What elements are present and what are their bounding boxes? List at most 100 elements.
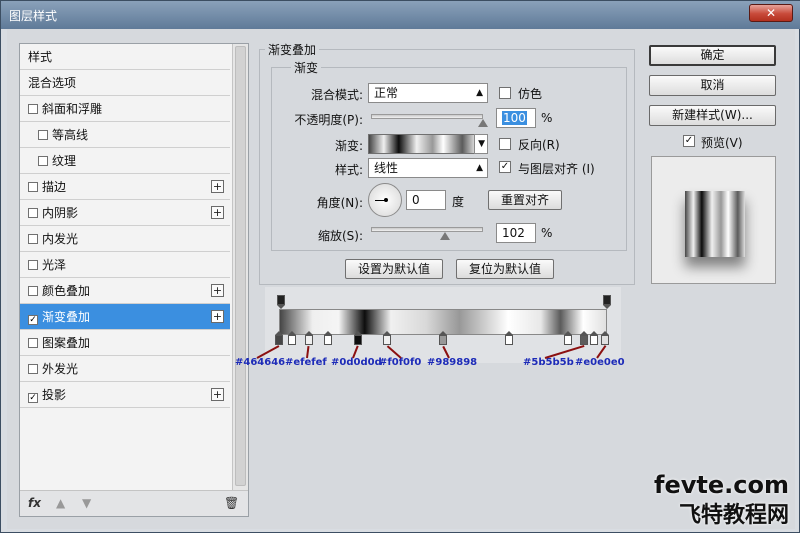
sidebar-item-label: 样式: [28, 50, 53, 64]
sidebar-item[interactable]: 样式: [20, 44, 230, 70]
sidebar-item-checkbox[interactable]: [28, 208, 38, 218]
updown-arrow-icon: ▲: [476, 88, 483, 98]
gradient-overlay-title: 渐变叠加: [265, 41, 320, 58]
style-select[interactable]: 线性 ▲: [368, 158, 488, 178]
sidebar-item-checkbox[interactable]: [28, 338, 38, 348]
reset-alignment-button[interactable]: 重置对齐: [488, 190, 562, 210]
angle-dot: [384, 198, 388, 202]
sidebar-item[interactable]: 内阴影 +: [20, 200, 230, 226]
opacity-slider[interactable]: [371, 114, 483, 119]
opacity-stop-right[interactable]: [603, 295, 611, 309]
sidebar-item[interactable]: 光泽: [20, 252, 230, 278]
reset-default-button[interactable]: 复位为默认值: [456, 259, 554, 279]
fx-icon[interactable]: fx: [28, 496, 41, 510]
color-stop-marker[interactable]: [304, 331, 313, 345]
gradient-subgroup-title: 渐变: [291, 59, 322, 76]
move-up-icon[interactable]: ▲: [56, 496, 65, 510]
sidebar-item-checkbox[interactable]: [38, 156, 48, 166]
add-effect-plus-icon[interactable]: +: [211, 206, 224, 219]
sidebar-item-checkbox[interactable]: [28, 260, 38, 270]
color-stop-marker[interactable]: [383, 331, 392, 345]
blend-mode-label: 混合模式:: [310, 88, 363, 102]
sidebar-item-checkbox[interactable]: [28, 286, 38, 296]
opacity-stop-left[interactable]: [277, 295, 285, 309]
color-stop-marker[interactable]: [439, 331, 447, 345]
sidebar-item-checkbox[interactable]: [28, 182, 38, 192]
set-default-button[interactable]: 设置为默认值: [345, 259, 443, 279]
sidebar-item[interactable]: 描边 +: [20, 174, 230, 200]
new-style-button[interactable]: 新建样式(W)...: [649, 105, 776, 126]
add-effect-plus-icon[interactable]: +: [211, 310, 224, 323]
sidebar-item[interactable]: 内发光: [20, 226, 230, 252]
color-stop-marker[interactable]: [288, 331, 297, 345]
color-stop-marker[interactable]: [589, 331, 598, 345]
reverse-checkbox[interactable]: [499, 138, 511, 150]
ok-button[interactable]: 确定: [649, 45, 776, 66]
color-stop-marker[interactable]: [504, 331, 513, 345]
sidebar-item-checkbox[interactable]: ✓: [28, 315, 38, 325]
sidebar-item-checkbox[interactable]: ✓: [28, 393, 38, 403]
style-value: 线性: [374, 161, 399, 175]
add-effect-plus-icon[interactable]: +: [211, 284, 224, 297]
opacity-input[interactable]: 100: [496, 108, 536, 128]
gradient-dropdown[interactable]: ▼: [474, 134, 488, 154]
color-stop-label: #efefef: [285, 357, 327, 368]
sidebar-item-checkbox[interactable]: [28, 234, 38, 244]
angle-dial[interactable]: [368, 183, 402, 217]
sidebar-item-checkbox[interactable]: [28, 364, 38, 374]
angle-input[interactable]: 0: [406, 190, 446, 210]
opacity-slider-thumb[interactable]: [478, 119, 488, 127]
opacity-label: 不透明度(P):: [294, 113, 363, 127]
sidebar-item[interactable]: 纹理: [20, 148, 230, 174]
sidebar-item-label: 外发光: [42, 362, 79, 376]
scale-slider-thumb[interactable]: [439, 232, 450, 240]
add-effect-plus-icon[interactable]: +: [211, 180, 224, 193]
color-stop-label: #5b5b5b: [523, 357, 574, 368]
color-stop-label: #464646: [235, 357, 286, 368]
watermark-site-name: 飞特教程网: [678, 503, 789, 528]
color-stop-marker[interactable]: [563, 331, 572, 345]
color-stop-label: #0d0d0d: [331, 357, 382, 368]
sidebar-item[interactable]: 颜色叠加 +: [20, 278, 230, 304]
color-stop-marker[interactable]: [601, 331, 610, 345]
chevron-down-icon: ▼: [478, 139, 485, 149]
style-list-scrollbar[interactable]: [232, 44, 248, 516]
color-stop-marker[interactable]: [275, 331, 283, 345]
blend-mode-select[interactable]: 正常 ▲: [368, 83, 488, 103]
sidebar-item-checkbox[interactable]: [38, 130, 48, 140]
sidebar-item-label: 内发光: [42, 232, 79, 246]
scale-percent: %: [541, 226, 553, 240]
preview-checkbox[interactable]: ✓: [683, 135, 695, 147]
sidebar-item[interactable]: ✓ 渐变叠加 +: [20, 304, 230, 330]
color-stop-label: #e0e0e0: [575, 357, 625, 368]
cancel-button[interactable]: 取消: [649, 75, 776, 96]
color-stop-label: #989898: [427, 357, 478, 368]
color-stop-marker[interactable]: [580, 331, 589, 345]
sidebar-item[interactable]: 斜面和浮雕: [20, 96, 230, 122]
sidebar-item[interactable]: 图案叠加: [20, 330, 230, 356]
close-button[interactable]: ✕: [749, 4, 793, 22]
scrollbar-thumb[interactable]: [235, 46, 246, 486]
sidebar-item-label: 渐变叠加: [42, 310, 91, 324]
sidebar-item[interactable]: 等高线: [20, 122, 230, 148]
sidebar-item-label: 投影: [42, 388, 67, 402]
sidebar-item[interactable]: ✓ 投影 +: [20, 382, 230, 408]
blend-mode-value: 正常: [374, 86, 399, 100]
sidebar-item[interactable]: 外发光: [20, 356, 230, 382]
scale-input[interactable]: 102: [496, 223, 536, 243]
gradient-preview-swatch[interactable]: [368, 134, 476, 154]
dither-checkbox[interactable]: [499, 87, 511, 99]
color-stop-marker[interactable]: [324, 331, 333, 345]
sidebar-item-label: 光泽: [42, 258, 67, 272]
sidebar-item-checkbox[interactable]: [28, 104, 38, 114]
style-label: 样式:: [334, 163, 363, 177]
scale-slider[interactable]: [371, 227, 483, 232]
add-effect-plus-icon[interactable]: +: [211, 388, 224, 401]
color-stop-marker[interactable]: [353, 331, 362, 345]
move-down-icon[interactable]: ▼: [82, 496, 91, 510]
style-list-toolbar: fx ▲ ▼ 🗑: [20, 490, 248, 516]
align-with-layer-checkbox[interactable]: ✓: [499, 161, 511, 173]
degree-label: 度: [452, 195, 465, 209]
trash-icon[interactable]: 🗑: [224, 496, 239, 510]
sidebar-item[interactable]: 混合选项: [20, 70, 230, 96]
